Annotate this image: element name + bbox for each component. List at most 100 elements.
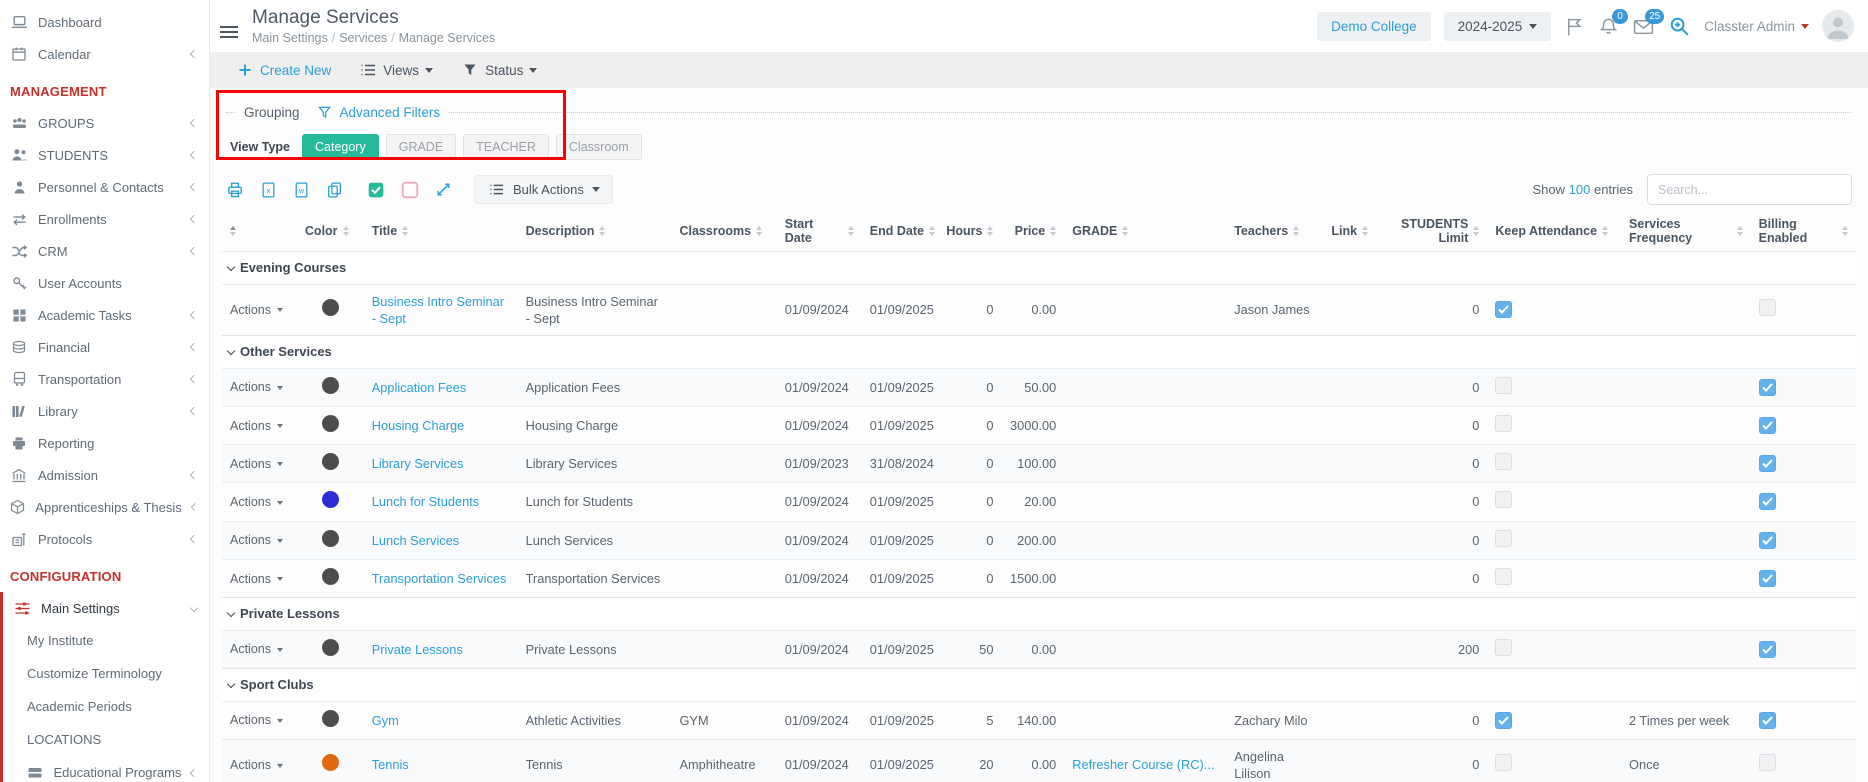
billing-enabled-checkbox[interactable] <box>1759 532 1776 549</box>
sidebar-item-main-settings[interactable]: Main Settings <box>3 592 209 624</box>
view-type-button-classroom[interactable]: Classroom <box>556 134 642 160</box>
column-header-services-frequency[interactable]: Services Frequency <box>1621 211 1751 252</box>
row-actions-dropdown[interactable]: Actions <box>230 418 283 435</box>
column-header-price[interactable]: Price <box>1001 211 1064 252</box>
billing-enabled-checkbox[interactable] <box>1759 712 1776 729</box>
school-selector-button[interactable]: Demo College <box>1317 12 1431 41</box>
row-actions-dropdown[interactable]: Actions <box>230 571 283 588</box>
billing-enabled-checkbox[interactable] <box>1759 641 1776 658</box>
billing-enabled-checkbox[interactable] <box>1759 379 1776 396</box>
service-title-link[interactable]: Private Lessons <box>372 642 463 657</box>
menu-toggle-icon[interactable] <box>220 23 238 41</box>
sidebar-item-financial[interactable]: Financial <box>0 331 209 363</box>
keep-attendance-checkbox[interactable] <box>1495 568 1512 585</box>
row-actions-dropdown[interactable]: Actions <box>230 456 283 473</box>
search-input[interactable] <box>1647 174 1852 205</box>
notifications-bell-icon[interactable]: 0 <box>1598 16 1619 37</box>
academic-year-dropdown[interactable]: 2024-2025 <box>1444 12 1552 41</box>
keep-attendance-checkbox[interactable] <box>1495 415 1512 432</box>
copy-icon[interactable] <box>326 181 343 199</box>
user-menu[interactable]: Classter Admin <box>1704 19 1809 34</box>
column-header-color[interactable]: Color <box>297 211 364 252</box>
sidebar-item-user-accounts[interactable]: User Accounts <box>0 267 209 299</box>
row-actions-dropdown[interactable]: Actions <box>230 379 283 396</box>
billing-enabled-checkbox[interactable] <box>1759 455 1776 472</box>
billing-enabled-checkbox[interactable] <box>1759 570 1776 587</box>
row-actions-dropdown[interactable]: Actions <box>230 757 283 774</box>
sidebar-item-calendar[interactable]: Calendar <box>0 38 209 70</box>
keep-attendance-checkbox[interactable] <box>1495 639 1512 656</box>
row-actions-dropdown[interactable]: Actions <box>230 532 283 549</box>
sidebar-item-transportation[interactable]: Transportation <box>0 363 209 395</box>
view-type-button-teacher[interactable]: TEACHER <box>463 134 549 160</box>
billing-enabled-checkbox[interactable] <box>1759 417 1776 434</box>
print-icon[interactable] <box>226 181 244 199</box>
column-header-students-limit[interactable]: STUDENTS Limit <box>1396 211 1487 252</box>
column-header-hours[interactable]: Hours <box>949 211 1002 252</box>
sidebar-item-enrollments[interactable]: Enrollments <box>0 203 209 235</box>
service-title-link[interactable]: Application Fees <box>372 380 467 395</box>
chevron-down-icon[interactable] <box>227 347 235 355</box>
keep-attendance-checkbox[interactable] <box>1495 530 1512 547</box>
service-title-link[interactable]: Housing Charge <box>372 418 464 433</box>
column-header-link[interactable]: Link <box>1323 211 1396 252</box>
views-dropdown[interactable]: Views <box>359 63 433 78</box>
view-type-button-category[interactable]: Category <box>302 134 379 160</box>
flag-icon[interactable] <box>1564 16 1585 37</box>
billing-enabled-checkbox[interactable] <box>1759 299 1776 316</box>
select-all-icon[interactable] <box>367 181 385 199</box>
service-title-link[interactable]: Gym <box>372 713 399 728</box>
messages-envelope-icon[interactable]: 25 <box>1632 16 1655 37</box>
expand-icon[interactable] <box>435 181 452 198</box>
column-header-grade[interactable]: GRADE <box>1064 211 1226 252</box>
create-new-button[interactable]: Create New <box>236 63 331 78</box>
row-actions-dropdown[interactable]: Actions <box>230 641 283 658</box>
status-dropdown[interactable]: Status <box>461 63 537 78</box>
service-title-link[interactable]: Tennis <box>372 757 409 772</box>
column-header-title[interactable]: Title <box>364 211 518 252</box>
sidebar-subitem-educational-programs[interactable]: Educational Programs <box>3 756 209 782</box>
keep-attendance-checkbox[interactable] <box>1495 712 1512 729</box>
column-header-teachers[interactable]: Teachers <box>1226 211 1323 252</box>
export-excel-icon[interactable]: x <box>260 181 277 199</box>
view-type-button-grade[interactable]: GRADE <box>386 134 456 160</box>
search-zoom-icon[interactable] <box>1668 15 1691 38</box>
sidebar-item-protocols[interactable]: Protocols <box>0 523 209 555</box>
column-header-sort[interactable] <box>222 211 297 252</box>
sidebar-subitem-locations[interactable]: LOCATIONS <box>3 723 209 756</box>
sidebar-item-groups[interactable]: GROUPS <box>0 107 209 139</box>
keep-attendance-checkbox[interactable] <box>1495 301 1512 318</box>
keep-attendance-checkbox[interactable] <box>1495 491 1512 508</box>
bulk-actions-dropdown[interactable]: Bulk Actions <box>474 175 613 204</box>
service-title-link[interactable]: Transportation Services <box>372 571 507 586</box>
breadcrumb-item[interactable]: Services <box>339 31 387 45</box>
sidebar-item-library[interactable]: Library <box>0 395 209 427</box>
sidebar-subitem-customize-terminology[interactable]: Customize Terminology <box>3 657 209 690</box>
row-actions-dropdown[interactable]: Actions <box>230 302 283 319</box>
keep-attendance-checkbox[interactable] <box>1495 453 1512 470</box>
service-title-link[interactable]: Lunch Services <box>372 533 460 548</box>
service-title-link[interactable]: Business Intro Seminar - Sept <box>372 294 504 326</box>
avatar[interactable] <box>1822 10 1854 42</box>
entries-count[interactable]: 100 <box>1569 182 1591 197</box>
sidebar-item-admission[interactable]: Admission <box>0 459 209 491</box>
keep-attendance-checkbox[interactable] <box>1495 754 1512 771</box>
grade-link[interactable]: Refresher Course (RC)... <box>1072 757 1214 772</box>
sidebar-item-academic-tasks[interactable]: Academic Tasks <box>0 299 209 331</box>
row-actions-dropdown[interactable]: Actions <box>230 494 283 511</box>
service-title-link[interactable]: Library Services <box>372 456 464 471</box>
sidebar-item-crm[interactable]: CRM <box>0 235 209 267</box>
sidebar-item-students[interactable]: STUDENTS <box>0 139 209 171</box>
sidebar-item-dashboard[interactable]: Dashboard <box>0 6 209 38</box>
column-header-start-date[interactable]: Start Date <box>777 211 862 252</box>
column-header-keep-attendance[interactable]: Keep Attendance <box>1487 211 1621 252</box>
chevron-down-icon[interactable] <box>227 609 235 617</box>
sidebar-subitem-my-institute[interactable]: My Institute <box>3 624 209 657</box>
service-title-link[interactable]: Lunch for Students <box>372 494 479 509</box>
advanced-filters-link[interactable]: Advanced Filters <box>340 105 441 120</box>
billing-enabled-checkbox[interactable] <box>1759 493 1776 510</box>
column-header-billing-enabled[interactable]: Billing Enabled <box>1751 211 1856 252</box>
column-header-end-date[interactable]: End Date <box>862 211 949 252</box>
export-word-icon[interactable]: w <box>293 181 310 199</box>
row-actions-dropdown[interactable]: Actions <box>230 712 283 729</box>
